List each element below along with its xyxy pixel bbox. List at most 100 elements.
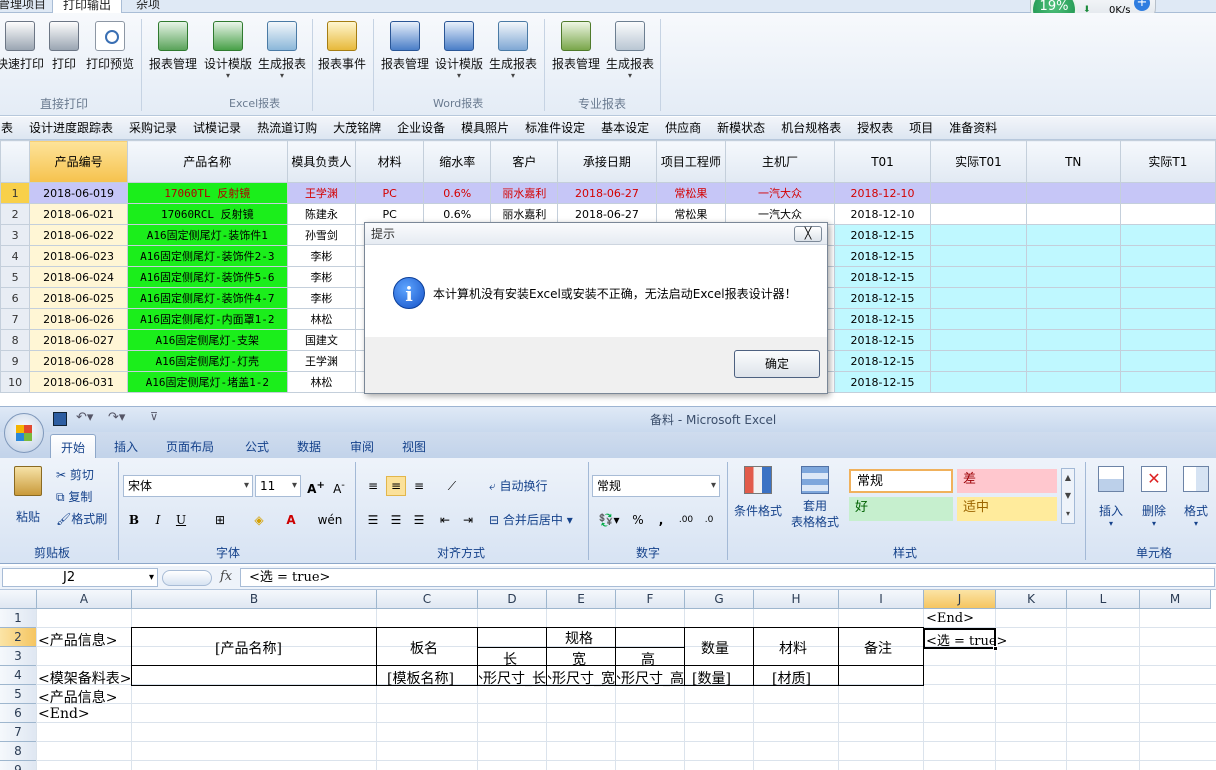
grid-cell[interactable]: 王学渊 (286, 182, 357, 204)
grid-cell[interactable]: 2018-06-023 (29, 245, 128, 267)
formula-bar-handle[interactable] (162, 570, 212, 586)
tab-review[interactable]: 审阅 (350, 438, 374, 455)
menu-item[interactable]: 授权表 (850, 117, 902, 139)
table-row[interactable]: 1 2018-06-019 17060TL 反射镜 王学渊 PC 0.6% 丽水嘉利 2018… (0, 182, 1216, 204)
align-right-icon[interactable]: ☰ (409, 510, 429, 530)
align-left-icon[interactable]: ☰ (363, 510, 383, 530)
orientation-icon[interactable]: ⟋ (440, 476, 464, 496)
style-good[interactable]: 好 (849, 497, 953, 521)
office-button[interactable] (4, 413, 44, 453)
grid-cell[interactable]: 王学渊 (286, 350, 357, 372)
grid-cell[interactable] (1025, 266, 1121, 288)
grid-header-7[interactable]: 承接日期 (557, 140, 657, 183)
menu-item[interactable]: 准备资料 (942, 117, 1006, 139)
comma-icon[interactable]: , (651, 510, 671, 530)
excel-report-manage-button[interactable]: 报表管理 (147, 21, 199, 72)
cell-e3[interactable]: 宽 (572, 649, 586, 669)
pro-generate-report-button[interactable]: 生成报表 ▾ (604, 21, 656, 80)
row-header-6[interactable]: 6 (0, 704, 37, 723)
grid-cell[interactable] (930, 266, 1027, 288)
grid-cell[interactable] (1025, 350, 1121, 372)
cell-j1[interactable]: <End> (926, 611, 974, 626)
cut-button[interactable]: ✂ 剪切 (56, 465, 94, 485)
cell-a6[interactable]: <产品信息> (38, 687, 117, 707)
menu-item[interactable]: 标准件设定 (518, 117, 594, 139)
grid-cell[interactable] (930, 245, 1027, 267)
grid-cell[interactable] (1119, 371, 1216, 393)
word-generate-report-button[interactable]: 生成报表 ▾ (487, 21, 539, 80)
cell-f3[interactable]: 高 (641, 649, 655, 669)
menu-item[interactable]: 新模状态 (710, 117, 774, 139)
quick-access-dropdown-icon[interactable]: ⊽ (150, 410, 158, 423)
grid-cell[interactable]: 2018-06-028 (29, 350, 128, 372)
percent-icon[interactable]: % (628, 510, 648, 530)
cell-c5[interactable]: [模板名称] (387, 668, 454, 688)
grid-cell[interactable]: 国建文 (286, 329, 357, 351)
grid-cell[interactable]: A16固定侧尾灯-内面罩1-2 (126, 308, 288, 330)
align-middle-icon[interactable]: ≡ (386, 476, 406, 496)
column-header-e[interactable]: E (547, 590, 616, 609)
insert-cells-button[interactable]: 插入 ▾ (1093, 466, 1129, 528)
row-header-2[interactable]: 2 (0, 628, 37, 647)
row-header-1[interactable]: 1 (0, 609, 37, 628)
align-top-icon[interactable]: ≡ (363, 476, 383, 496)
grid-header-13[interactable]: 实际T1 (1119, 140, 1216, 183)
menu-item[interactable]: 企业设备 (390, 117, 454, 139)
grid-cell[interactable]: 0.6% (423, 182, 492, 204)
grid-cell[interactable]: 2018-12-15 (833, 350, 932, 372)
row-header-5[interactable]: 5 (0, 685, 37, 704)
grid-cell[interactable]: 李彬 (286, 245, 357, 267)
grid-header-3[interactable]: 模具负责人 (286, 140, 357, 183)
quick-print-button[interactable]: 快速打印 (0, 21, 44, 72)
menu-item[interactable]: 基本设定 (594, 117, 658, 139)
cell-g2[interactable]: 数量 (701, 638, 729, 658)
underline-icon[interactable]: U (171, 510, 191, 530)
merge-center-button[interactable]: ⊟ 合并后居中 ▾ (489, 510, 573, 530)
cell-h2[interactable]: 材料 (779, 638, 807, 658)
grid-cell[interactable] (930, 371, 1027, 393)
styles-scroll[interactable]: ▲ ▼ ▾ (1061, 468, 1075, 524)
style-neutral[interactable]: 适中 (957, 497, 1057, 521)
pro-report-manage-button[interactable]: 报表管理 (550, 21, 602, 72)
grid-cell[interactable] (1119, 245, 1216, 267)
excel-design-template-button[interactable]: 设计模版 ▾ (202, 21, 254, 80)
grid-cell[interactable]: 2018-12-15 (833, 287, 932, 309)
cell-a5[interactable]: <模架备料表> (38, 668, 131, 688)
row-header-9[interactable]: 9 (0, 761, 37, 770)
fx-icon[interactable]: fx (220, 569, 232, 584)
grid-cell[interactable] (930, 350, 1027, 372)
grid-cell[interactable] (1025, 245, 1121, 267)
tab-insert[interactable]: 插入 (114, 438, 138, 455)
column-header-i[interactable]: I (839, 590, 924, 609)
cell-g5[interactable]: [数量] (692, 668, 731, 688)
grid-cell[interactable]: 2018-06-27 (557, 182, 657, 204)
cell-d2[interactable]: 规格 (565, 628, 593, 648)
cell-b2[interactable]: [产品名称] (215, 638, 282, 658)
grid-cell[interactable]: A16固定侧尾灯-堵盖1-2 (126, 371, 288, 393)
grid-header-11[interactable]: 实际T01 (930, 140, 1027, 183)
grid-cell[interactable] (1025, 329, 1121, 351)
grid-header-5[interactable]: 缩水率 (423, 140, 492, 183)
grid-cell[interactable]: 2018-12-15 (833, 371, 932, 393)
tab-print-output[interactable]: 打印输出 (52, 0, 123, 13)
tab-formulas[interactable]: 公式 (245, 438, 269, 455)
style-normal[interactable]: 常规 (849, 469, 953, 493)
fill-handle[interactable] (993, 646, 998, 651)
print-button[interactable]: 打印 (48, 21, 80, 72)
grid-cell[interactable]: 孙雪剑 (286, 224, 357, 246)
ok-button[interactable]: 确定 (734, 350, 820, 378)
menu-item[interactable]: 试模记录 (186, 117, 250, 139)
grid-cell[interactable]: 2018-06-024 (29, 266, 128, 288)
grid-cell[interactable] (1119, 203, 1216, 225)
column-header-c[interactable]: C (377, 590, 478, 609)
column-header-f[interactable]: F (616, 590, 685, 609)
grid-cell[interactable] (930, 182, 1027, 204)
grid-cell[interactable]: 2018-06-026 (29, 308, 128, 330)
column-header-g[interactable]: G (685, 590, 754, 609)
bold-icon[interactable]: B (124, 510, 144, 530)
grid-cell[interactable]: 林松 (286, 371, 357, 393)
grid-cell[interactable]: 2018-12-15 (833, 245, 932, 267)
select-all-corner[interactable] (0, 590, 37, 609)
grid-cell[interactable]: 2018-12-10 (833, 182, 932, 204)
grid-header-1[interactable]: 产品编号 (29, 140, 128, 183)
